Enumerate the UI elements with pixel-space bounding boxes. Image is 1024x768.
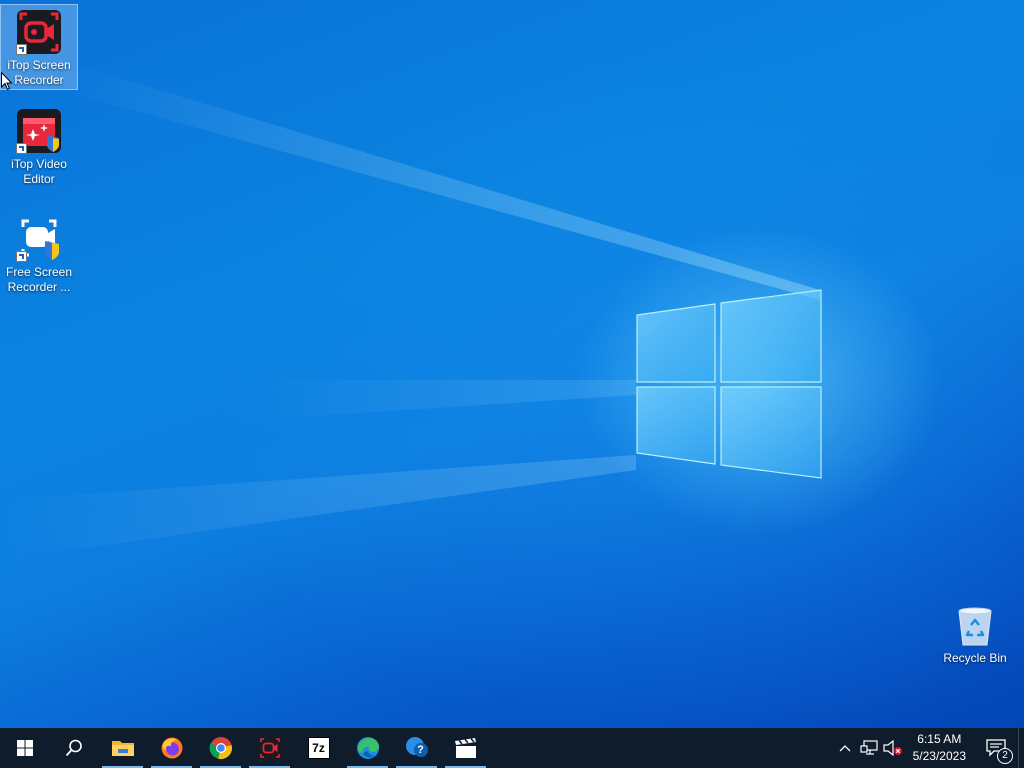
system-tray: 6:15 AM 5/23/2023 2 bbox=[833, 728, 1024, 768]
volume-muted-icon bbox=[883, 740, 902, 756]
desktop-icon-label: Free Screen Recorder ... bbox=[5, 265, 73, 294]
firefox-icon bbox=[161, 737, 182, 759]
get-help-icon: ? bbox=[405, 736, 429, 760]
desktop-icon-free-screen-recorder[interactable]: Free Screen Recorder ... bbox=[1, 212, 77, 296]
taskbar-clock[interactable]: 6:15 AM 5/23/2023 bbox=[905, 731, 974, 765]
notification-badge: 2 bbox=[997, 748, 1013, 764]
desktop-icon-itop-video-editor[interactable]: iTop Video Editor bbox=[1, 104, 77, 188]
itop-screen-recorder-icon bbox=[258, 737, 281, 759]
search-icon bbox=[65, 739, 82, 757]
taskbar-firefox[interactable] bbox=[147, 728, 196, 768]
clapperboard-icon bbox=[454, 738, 476, 758]
free-screen-recorder-icon bbox=[15, 215, 63, 263]
windows-logo-icon bbox=[16, 740, 33, 756]
taskbar-7zip[interactable]: 7z bbox=[294, 728, 343, 768]
taskbar-get-help[interactable]: ? bbox=[392, 728, 441, 768]
show-hidden-icons-button[interactable] bbox=[833, 728, 857, 768]
taskbar-itop-screen-recorder[interactable] bbox=[245, 728, 294, 768]
windows-logo bbox=[636, 289, 822, 479]
taskbar: 7z ? 6:15 AM 5/23/2023 2 bbox=[0, 728, 1024, 768]
clock-time: 6:15 AM bbox=[917, 732, 962, 746]
mouse-cursor-icon bbox=[1, 72, 13, 91]
7zip-icon: 7z bbox=[307, 737, 330, 759]
wallpaper bbox=[0, 60, 822, 560]
itop-video-editor-icon bbox=[15, 107, 63, 155]
network-status-button[interactable] bbox=[857, 728, 881, 768]
volume-button[interactable] bbox=[881, 728, 905, 768]
desktop-icon-recycle-bin[interactable]: Recycle Bin bbox=[937, 598, 1013, 672]
itop-screen-recorder-icon bbox=[15, 8, 63, 56]
chrome-icon bbox=[209, 737, 232, 759]
desktop-icon-label: Recycle Bin bbox=[943, 651, 1007, 665]
edge-icon bbox=[356, 737, 379, 759]
action-center-button[interactable]: 2 bbox=[974, 728, 1018, 768]
taskbar-file-explorer[interactable] bbox=[98, 728, 147, 768]
desktop-icon-label: iTop Video Editor bbox=[11, 157, 67, 186]
show-desktop-button[interactable] bbox=[1018, 728, 1024, 768]
desktop[interactable]: iTop Screen Recorder iTop Video Editor F… bbox=[0, 0, 1024, 728]
taskbar-edge[interactable] bbox=[343, 728, 392, 768]
network-icon bbox=[860, 740, 878, 755]
chevron-up-icon bbox=[839, 745, 851, 752]
folder-icon bbox=[111, 741, 134, 756]
recycle-bin-icon bbox=[951, 601, 999, 649]
search-button[interactable] bbox=[49, 728, 98, 768]
taskbar-chrome[interactable] bbox=[196, 728, 245, 768]
clock-date: 5/23/2023 bbox=[912, 749, 966, 763]
start-button[interactable] bbox=[0, 728, 49, 768]
taskbar-video-editor[interactable] bbox=[441, 728, 490, 768]
